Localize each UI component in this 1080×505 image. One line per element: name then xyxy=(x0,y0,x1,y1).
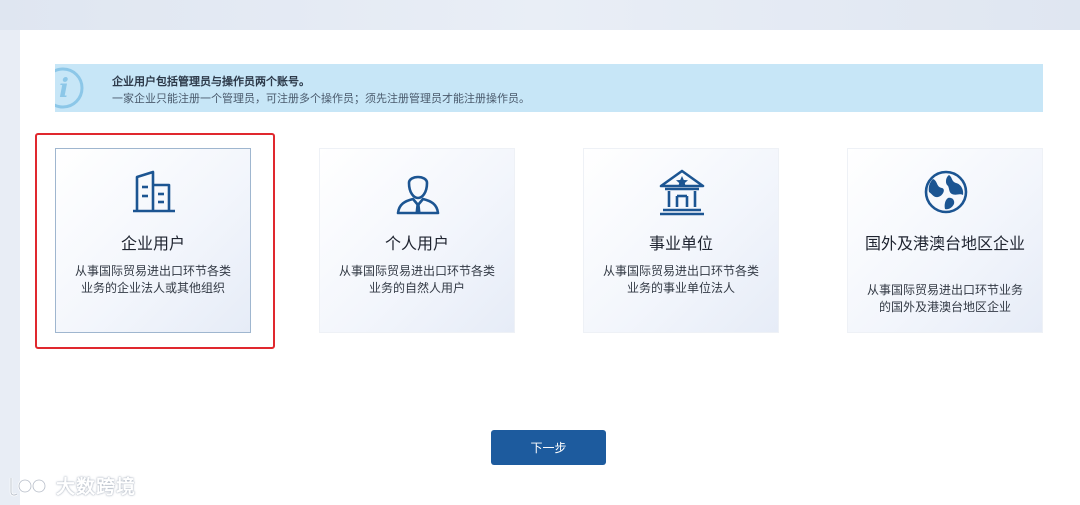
watermark-logo xyxy=(9,478,47,497)
card-individual-user[interactable]: 个人用户 从事国际贸易进出口环节各类业务的自然人用户 xyxy=(319,148,515,333)
card-title: 企业用户 xyxy=(120,234,185,253)
globe-icon xyxy=(924,170,968,214)
notice-title: 企业用户包括管理员与操作员两个账号。 xyxy=(112,75,310,88)
info-notice: i 企业用户包括管理员与操作员两个账号。 一家企业只能注册一个管理员，可注册多个… xyxy=(55,64,1043,112)
card-title: 个人用户 xyxy=(384,234,449,253)
building-icon xyxy=(133,170,175,213)
card-title: 事业单位 xyxy=(648,234,713,253)
card-title: 国外及港澳台地区企业 xyxy=(864,234,1025,253)
person-icon xyxy=(396,175,440,215)
card-enterprise-user[interactable]: 企业用户 从事国际贸易进出口环节各类业务的企业法人或其他组织 xyxy=(55,148,251,333)
watermark: 大数跨境 xyxy=(8,470,136,500)
info-icon: i xyxy=(55,67,84,109)
card-overseas-enterprise[interactable]: 国外及港澳台地区企业 从事国际贸易进出口环节业务的国外及港澳台地区企业 xyxy=(847,148,1043,333)
card-public-institution[interactable]: 事业单位 从事国际贸易进出口环节各类业务的事业单位法人 xyxy=(583,148,779,333)
card-description: 从事国际贸易进出口环节各类业务的事业单位法人 xyxy=(602,264,759,295)
card-description: 从事国际贸易进出口环节业务的国外及港澳台地区企业 xyxy=(866,283,1023,314)
svg-text:i: i xyxy=(59,74,69,104)
top-banner xyxy=(0,0,1080,30)
next-step-button[interactable]: 下一步 xyxy=(491,430,606,465)
watermark-text: 大数跨境 xyxy=(56,475,137,498)
notice-text: 一家企业只能注册一个管理员，可注册多个操作员；须先注册管理员才能注册操作员。 xyxy=(112,92,530,105)
card-description: 从事国际贸易进出口环节各类业务的自然人用户 xyxy=(338,264,495,295)
card-description: 从事国际贸易进出口环节各类业务的企业法人或其他组织 xyxy=(74,264,231,295)
institution-icon xyxy=(659,169,705,216)
